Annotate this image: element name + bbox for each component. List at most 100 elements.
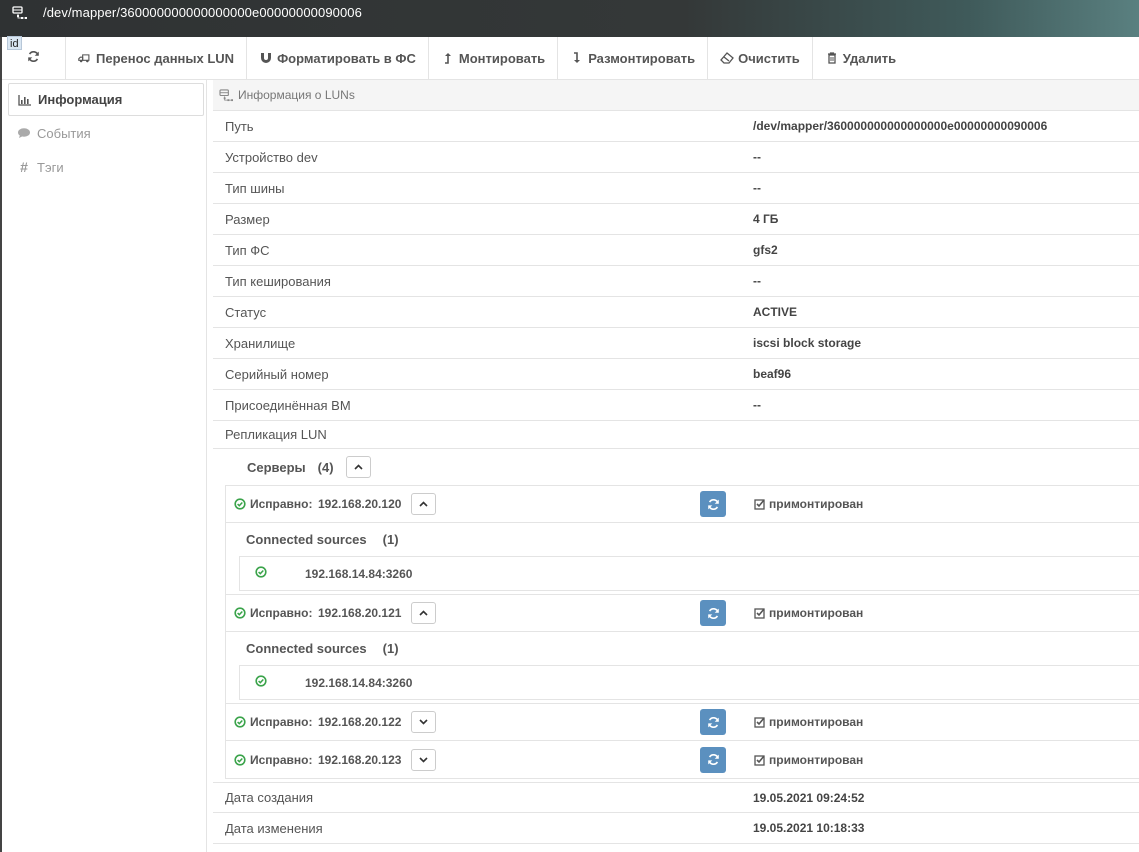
info-row: Устройство dev --: [213, 142, 1139, 173]
format-fs-label: Форматировать в ФС: [277, 50, 416, 66]
info-row: Тип ФС gfs2: [213, 235, 1139, 266]
connected-source-item: 192.168.14.84:3260: [239, 556, 1139, 591]
mount-status: примонтирован: [754, 753, 863, 767]
mount-status-label: примонтирован: [769, 606, 864, 620]
connected-source-item: 192.168.14.84:3260: [239, 665, 1139, 700]
chevron-up-icon: [419, 501, 428, 507]
info-label: Тип шины: [225, 180, 285, 196]
check-circle-icon: [234, 607, 246, 619]
server-status: Исправно:: [250, 606, 313, 620]
sidebar-item-info[interactable]: Информация: [8, 83, 204, 116]
format-fs-button[interactable]: Форматировать в ФС: [247, 37, 429, 79]
comment-icon: [16, 127, 32, 139]
clear-button[interactable]: Очистить: [708, 37, 813, 79]
info-value: --: [753, 398, 761, 412]
servers-count: (4): [317, 459, 334, 475]
check-circle-icon: [234, 498, 246, 510]
unmount-label: Размонтировать: [588, 50, 696, 66]
sidebar-item-label: События: [37, 125, 91, 141]
server-collapse-button[interactable]: [411, 493, 436, 515]
window-titlebar: /dev/mapper/360000000000000000e000000000…: [0, 0, 1139, 37]
server-expand-button[interactable]: [411, 711, 436, 733]
mount-status-label: примонтирован: [769, 497, 864, 511]
info-value: gfs2: [753, 243, 778, 257]
sidebar-item-label: Информация: [38, 92, 123, 107]
eraser-icon: [720, 51, 735, 65]
mount-status: примонтирован: [754, 606, 863, 620]
sidebar-item-events[interactable]: События: [2, 116, 206, 150]
info-row: Тип кеширования --: [213, 266, 1139, 297]
magnet-icon: [259, 51, 273, 65]
modified-date: 19.05.2021 10:18:33: [753, 821, 865, 835]
check-circle-icon: [255, 675, 267, 690]
server-status: Исправно:: [250, 752, 313, 767]
info-label: Тип ФС: [225, 242, 270, 258]
source-address: 192.168.14.84:3260: [305, 566, 413, 581]
mount-status-label: примонтирован: [769, 752, 864, 767]
unmount-button[interactable]: Размонтировать: [558, 37, 709, 79]
refresh-icon: [707, 716, 719, 728]
migrate-lun-button[interactable]: Перенос данных LUN: [66, 37, 248, 79]
server-status: Исправно:: [250, 715, 313, 729]
info-row: Тип шины --: [213, 173, 1139, 204]
bar-chart-icon: [17, 94, 33, 106]
servers-label: Серверы: [247, 459, 306, 475]
refresh-icon: [707, 607, 719, 619]
refresh-icon: [707, 753, 719, 766]
servers-list: Исправно: 192.168.20.120 примонтирован C…: [225, 485, 1139, 779]
info-label: Присоединённая ВМ: [225, 397, 351, 413]
server-refresh-button[interactable]: [700, 600, 726, 626]
server-status: Исправно:: [250, 497, 313, 511]
mount-status: примонтирован: [754, 715, 863, 729]
info-label: Дата создания: [225, 790, 314, 805]
info-row: Присоединённая ВМ --: [213, 390, 1139, 421]
server-expand-button[interactable]: [411, 748, 436, 771]
servers-collapse-button[interactable]: [345, 456, 371, 478]
migrate-lun-label: Перенос данных LUN: [96, 50, 235, 66]
panel-header: Информация о LUNs: [213, 80, 1139, 111]
delete-label: Удалить: [842, 50, 897, 66]
check-circle-icon: [234, 753, 246, 766]
level-down-icon: [570, 51, 584, 65]
info-row: Путь/dev/mapper/360000000000000000e00000…: [213, 111, 1139, 142]
window-title: /dev/mapper/360000000000000000e000000000…: [43, 5, 362, 20]
connected-sources-label: Connected sources: [246, 641, 367, 656]
info-row: Серийный номер beaf96: [213, 359, 1139, 390]
refresh-icon: [707, 498, 719, 510]
server-ip: 192.168.20.120: [318, 497, 402, 511]
checkbox-checked-icon: [754, 498, 766, 510]
info-value: /dev/mapper/360000000000000000e000000000…: [753, 119, 1048, 133]
info-label: Устройство dev: [225, 149, 318, 165]
server-ip: 192.168.20.121: [318, 606, 402, 620]
server-refresh-button[interactable]: [700, 709, 726, 735]
connected-sources-count: (1): [382, 532, 399, 547]
mount-button[interactable]: Монтировать: [429, 37, 559, 79]
server-refresh-button[interactable]: [700, 491, 726, 517]
toolbar: Перенос данных LUN Форматировать в ФС Мо…: [2, 37, 1139, 80]
connected-sources-header: Connected sources (1): [226, 523, 1139, 556]
info-label: Размер: [225, 211, 270, 227]
info-value: --: [753, 274, 761, 288]
sidebar-item-tags[interactable]: # Тэги: [2, 150, 206, 184]
info-row: Дата создания 19.05.2021 09:24:52: [213, 782, 1139, 813]
server-refresh-button[interactable]: [700, 746, 726, 773]
servers-header: Серверы (4): [213, 449, 1139, 485]
id-badge: id: [7, 36, 22, 50]
delete-button[interactable]: Удалить: [813, 37, 908, 79]
checkbox-checked-icon: [754, 607, 766, 619]
server-ip: 192.168.20.122: [318, 715, 402, 729]
chevron-down-icon: [419, 719, 428, 725]
mount-status: примонтирован: [754, 497, 863, 511]
server-row: Исправно: 192.168.20.120 примонтирован: [226, 486, 1139, 523]
server-ip: 192.168.20.123: [318, 752, 402, 767]
chevron-up-icon: [419, 610, 428, 616]
storage-tree-icon: [219, 88, 234, 102]
server-collapse-button[interactable]: [411, 602, 436, 624]
source-address: 192.168.14.84:3260: [305, 675, 413, 690]
sidebar-item-label: Тэги: [37, 159, 64, 175]
chevron-down-icon: [419, 756, 428, 763]
check-circle-icon: [234, 716, 246, 728]
info-row: Размер 4 ГБ: [213, 204, 1139, 235]
info-value: beaf96: [753, 367, 792, 381]
info-value: --: [753, 181, 761, 195]
